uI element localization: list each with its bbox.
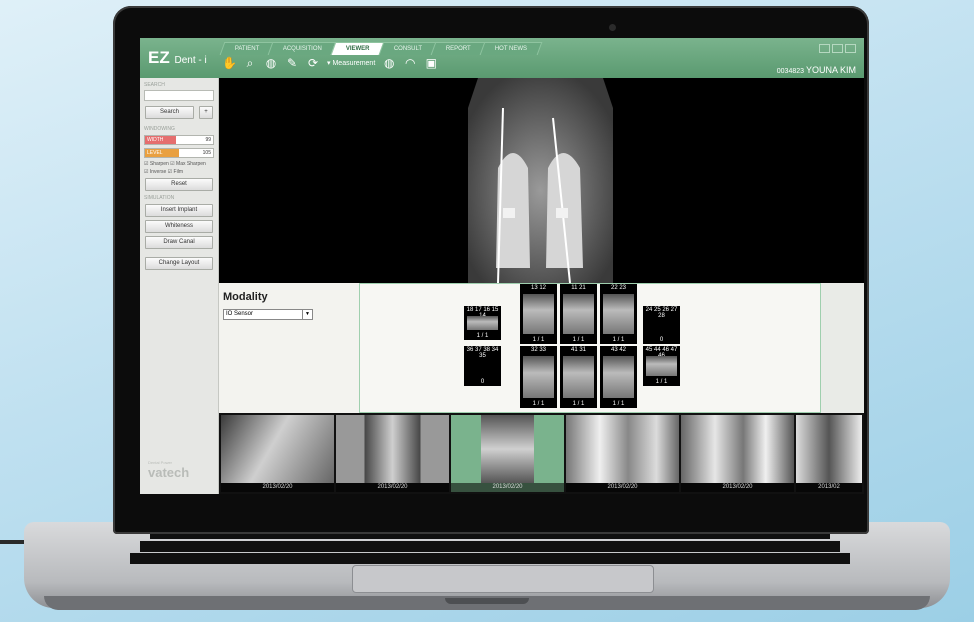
tab-acquisition[interactable]: ACQUISITION <box>268 42 338 55</box>
minimize-icon[interactable] <box>819 44 830 53</box>
checkbox-row: ☑ Inverse ☑ Film <box>144 169 214 175</box>
app-logo: EZ Dent - i <box>148 48 207 67</box>
lid-notch <box>445 598 529 604</box>
add-button[interactable]: + <box>199 106 213 119</box>
tooth-cell[interactable]: 36 37 38 34 35 0 <box>464 346 501 386</box>
tooth-cell[interactable]: 24 25 26 27 28 0 <box>643 306 680 344</box>
insert-implant-button[interactable]: Insert Implant <box>145 204 213 217</box>
xray-image[interactable] <box>468 78 613 283</box>
sidebar: SEARCH Search + WINDOWING WIDTH 99 LEVEL… <box>140 78 219 494</box>
tooth-view-icon[interactable]: ◍ <box>382 56 396 70</box>
monitor-icon[interactable]: ▣ <box>424 56 438 70</box>
whiteness-button[interactable]: Whiteness <box>145 220 213 233</box>
search-button[interactable]: Search <box>145 106 194 119</box>
search-section-title: SEARCH <box>144 82 165 88</box>
thumbnail-selected[interactable]: 2013/02/20 <box>451 415 564 492</box>
hand-icon[interactable]: ✋ <box>222 56 237 70</box>
zoom-icon[interactable]: ⌕ <box>243 56 257 70</box>
tooth-cell[interactable]: 18 17 16 15 141 / 1 <box>464 306 501 340</box>
modality-select[interactable]: IO Sensor ▼ <box>223 309 313 320</box>
arch-icon[interactable]: ◠ <box>403 56 417 70</box>
tooth-cell[interactable]: 22 23 1 / 1 <box>600 284 637 344</box>
thumbnail[interactable]: 2013/02/20 <box>681 415 794 492</box>
rotate-icon[interactable]: ⟳ <box>306 56 320 70</box>
keyboard-row <box>130 553 850 564</box>
tooth-cell[interactable]: 11 21 1 / 1 <box>560 284 597 344</box>
tab-consult[interactable]: CONSULT <box>378 42 438 55</box>
max-sharpen-checkbox[interactable]: ☑ Max Sharpen <box>170 161 206 167</box>
keyboard-row <box>140 541 840 552</box>
reset-button[interactable]: Reset <box>145 178 213 191</box>
tooth-cell[interactable]: 13 12 1 / 1 <box>520 284 557 344</box>
inverse-checkbox[interactable]: ☑ Inverse <box>144 169 166 175</box>
thumbnail[interactable]: 2013/02/20 <box>336 415 449 492</box>
thumbnail[interactable]: 2013/02/20 <box>221 415 334 492</box>
width-slider[interactable]: WIDTH 99 <box>144 135 214 145</box>
vatech-logo: Dental Power vatech <box>148 460 190 480</box>
tab-report[interactable]: REPORT <box>431 42 487 55</box>
trackpad[interactable] <box>352 565 654 593</box>
patient-info: 0034823 YOUNA KIM <box>776 65 856 75</box>
close-icon[interactable] <box>845 44 856 53</box>
maximize-icon[interactable] <box>832 44 843 53</box>
chevron-down-icon[interactable]: ▼ <box>302 310 312 319</box>
tooth-cell[interactable]: 41 31 1 / 1 <box>560 346 597 408</box>
simulation-section-title: SIMULATION <box>144 195 175 201</box>
draw-canal-button[interactable]: Draw Canal <box>145 236 213 249</box>
tooth-icon[interactable]: ◍ <box>264 56 278 70</box>
level-slider[interactable]: LEVEL 105 <box>144 148 214 158</box>
main-tabs: PATIENT ACQUISITION VIEWER CONSULT REPOR… <box>219 42 543 55</box>
measurement-menu[interactable]: ▾ Measurement <box>327 59 375 67</box>
search-input[interactable] <box>144 90 214 101</box>
thumbnail-strip: 2013/02/20 2013/02/20 2013/02/20 2013/02… <box>219 413 864 494</box>
tab-hot-news[interactable]: HOT NEWS <box>479 42 543 55</box>
tooth-cell[interactable]: 45 44 46 47 461 / 1 <box>643 346 680 386</box>
app-header: EZ Dent - i PATIENT ACQUISITION VIEWER C… <box>140 38 864 78</box>
pencil-icon[interactable]: ✎ <box>285 56 299 70</box>
screen: EZ Dent - i PATIENT ACQUISITION VIEWER C… <box>140 38 864 494</box>
modality-label: Modality <box>223 291 268 303</box>
tooth-cell[interactable]: 32 33 1 / 1 <box>520 346 557 408</box>
tooth-chart: 18 17 16 15 141 / 1 13 121 / 1 11 211 / … <box>359 283 821 413</box>
windowing-section-title: WINDOWING <box>144 126 175 132</box>
modality-panel: Modality IO Sensor ▼ <box>219 283 359 413</box>
checkbox-row: ☑ Sharpen ☑ Max Sharpen <box>144 161 214 167</box>
window-controls <box>819 44 856 53</box>
change-layout-button[interactable]: Change Layout <box>145 257 213 270</box>
tooth-cell[interactable]: 43 42 1 / 1 <box>600 346 637 408</box>
toolbar: ✋ ⌕ ◍ ✎ ⟳ ▾ Measurement ◍ ◠ ▣ <box>222 56 438 70</box>
tab-viewer[interactable]: VIEWER <box>331 42 386 55</box>
image-viewer[interactable] <box>219 78 864 283</box>
thumbnail[interactable]: 2013/02 <box>796 415 862 492</box>
camera <box>609 24 616 31</box>
tab-patient[interactable]: PATIENT <box>219 42 275 55</box>
thumbnail[interactable]: 2013/02/20 <box>566 415 679 492</box>
film-checkbox[interactable]: ☑ Film <box>168 169 183 175</box>
sharpen-checkbox[interactable]: ☑ Sharpen <box>144 161 169 167</box>
